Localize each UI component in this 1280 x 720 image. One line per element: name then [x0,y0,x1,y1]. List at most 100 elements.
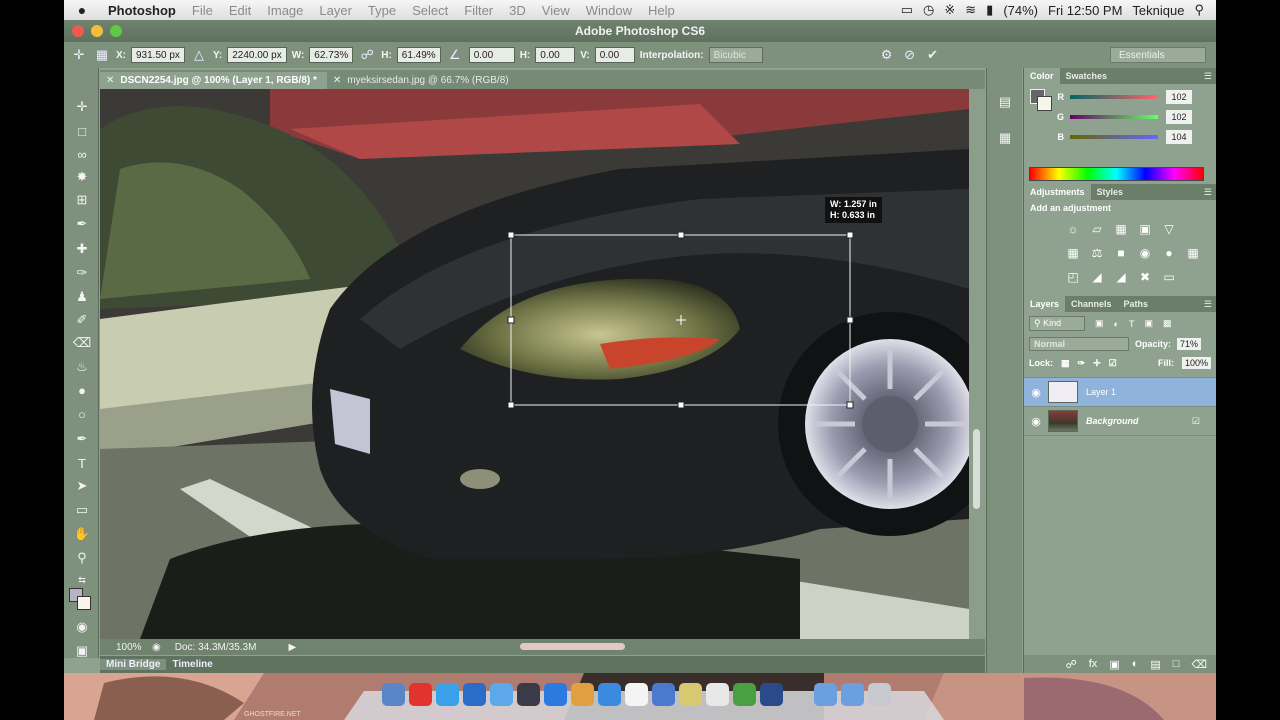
horizontal-scroll-thumb[interactable] [520,643,625,650]
minimize-window-button[interactable] [91,25,103,37]
vibrance-icon[interactable]: ▽ [1160,220,1178,238]
spotlight-search-icon[interactable]: ⚲ [1194,2,1204,18]
invert-icon[interactable]: ◰ [1064,268,1082,286]
facetime-icon[interactable] [517,683,540,706]
safari-icon[interactable] [436,683,459,706]
lock-position-icon[interactable]: ✛ [1093,358,1101,369]
shape-tool-icon[interactable]: ▭ [73,501,91,519]
tab-paths[interactable]: Paths [1118,296,1155,312]
zoom-level[interactable]: 100% [100,642,152,653]
activity-monitor-icon[interactable] [733,683,756,706]
tab-layers[interactable]: Layers [1024,296,1066,312]
tab-channels[interactable]: Channels [1065,296,1118,312]
new-layer-icon[interactable]: □ [1173,658,1180,670]
fill-field[interactable]: 100% [1181,357,1211,369]
new-group-icon[interactable]: ▤ [1150,658,1160,671]
menu-edit[interactable]: Edit [221,3,259,18]
brightness-icon[interactable]: ☼ [1064,220,1082,238]
link-proportions-icon[interactable]: ☍ [358,46,376,64]
lock-transparency-icon[interactable]: ▦ [1061,358,1070,369]
black-white-icon[interactable]: ■ [1112,244,1130,262]
green-slider[interactable] [1070,115,1158,119]
eye-icon[interactable]: ◉ [1024,386,1048,399]
clone-stamp-tool-icon[interactable]: ♟ [73,288,91,306]
filter-pixel-icon[interactable]: ▣ [1095,318,1104,329]
opacity-field[interactable]: 71% [1177,338,1202,350]
layer-row-layer1[interactable]: ◉ Layer 1 [1024,378,1216,407]
panel-menu-icon[interactable]: ☰ [1198,296,1216,312]
doc-size[interactable]: Doc: 34.3M/35.3M [175,642,257,653]
brush-tool-icon[interactable]: ✑ [73,264,91,282]
downloads-folder-icon[interactable] [841,683,864,706]
menu-window[interactable]: Window [578,3,640,18]
filter-shape-icon[interactable]: ▣ [1144,318,1153,329]
channel-mixer-icon[interactable]: ● [1160,244,1178,262]
menu-layer[interactable]: Layer [311,3,360,18]
hand-tool-icon[interactable]: ✋ [73,525,91,543]
y-field[interactable]: 2240.00 px [227,47,287,63]
tab-adjustments[interactable]: Adjustments [1024,184,1091,200]
menu-3d[interactable]: 3D [501,3,534,18]
photo-filter-icon[interactable]: ◉ [1136,244,1154,262]
warp-mode-icon[interactable]: ⚙ [878,46,896,64]
mail-icon[interactable] [463,683,486,706]
gradient-map-icon[interactable]: ▭ [1160,268,1178,286]
layer-filter-select[interactable]: ⚲ Kind [1029,316,1085,331]
green-value[interactable]: 102 [1166,110,1192,124]
swap-colors-icon[interactable]: ⇆ [73,571,91,589]
applications-folder-icon[interactable] [814,683,837,706]
hue-saturation-icon[interactable]: ▦ [1064,244,1082,262]
filter-smart-icon[interactable]: ▩ [1163,318,1172,329]
workspace-select[interactable]: Essentials [1110,47,1206,63]
eyedropper-tool-icon[interactable]: ✒ [73,215,91,233]
menu-app[interactable]: Photoshop [100,3,184,18]
menu-type[interactable]: Type [360,3,404,18]
menu-view[interactable]: View [534,3,578,18]
battery-icon[interactable]: ▮ [986,2,993,18]
selective-color-icon[interactable]: ✖ [1136,268,1154,286]
color-balance-icon[interactable]: ⚖ [1088,244,1106,262]
timemachine-icon[interactable]: ◷ [923,2,934,18]
apple-menu-icon[interactable]: ● [64,2,100,18]
display-icon[interactable]: ▭ [901,2,913,18]
contacts-icon[interactable] [571,683,594,706]
calendar-icon[interactable] [625,683,648,706]
wifi-icon[interactable]: ≋ [965,2,976,18]
red-slider[interactable] [1070,95,1158,99]
preview-icon[interactable] [706,683,729,706]
layer-style-icon[interactable]: fx [1089,658,1098,670]
cancel-transform-icon[interactable]: ⊘ [901,46,919,64]
photoshop-dock-icon[interactable] [760,683,783,706]
threshold-icon[interactable]: ◢ [1112,268,1130,286]
lock-all-icon[interactable]: ☑ [1109,358,1117,369]
clock[interactable]: Fri 12:50 PM [1048,3,1122,18]
curves-icon[interactable]: ▦ [1112,220,1130,238]
reference-point-icon[interactable]: ▦ [93,46,111,64]
menu-select[interactable]: Select [404,3,456,18]
close-tab-icon[interactable]: ✕ [106,75,114,86]
blend-mode-select[interactable]: Normal [1029,337,1129,351]
vertical-scroll-thumb[interactable] [973,429,980,509]
screen-mode-icon[interactable]: ▣ [73,642,91,660]
tab-color[interactable]: Color [1024,68,1060,84]
hskew-field[interactable]: 0.00 [535,47,576,63]
menu-image[interactable]: Image [259,3,311,18]
color-lookup-icon[interactable]: ▦ [1184,244,1202,262]
iphoto-icon[interactable] [652,683,675,706]
type-tool-icon[interactable]: T [73,454,91,472]
panel-menu-icon[interactable]: ☰ [1198,68,1216,84]
user-name[interactable]: Teknique [1132,3,1184,18]
menu-filter[interactable]: Filter [456,3,501,18]
posterize-icon[interactable]: ◢ [1088,268,1106,286]
tool-preset-icon[interactable]: ✛ [70,46,88,64]
app-store-icon[interactable] [409,683,432,706]
eraser-tool-icon[interactable]: ⌫ [73,334,91,352]
menu-help[interactable]: Help [640,3,683,18]
close-tab-icon[interactable]: ✕ [333,75,341,86]
color-spectrum[interactable] [1029,167,1204,181]
doc-tab-2[interactable]: ✕ myeksirsedan.jpg @ 66.7% (RGB/8) [327,72,519,89]
exposure-icon[interactable]: ▣ [1136,220,1154,238]
pen-tool-icon[interactable]: ✒ [73,430,91,448]
red-value[interactable]: 102 [1166,90,1192,104]
document-canvas[interactable]: W: 1.257 in H: 0.633 in [100,89,969,639]
